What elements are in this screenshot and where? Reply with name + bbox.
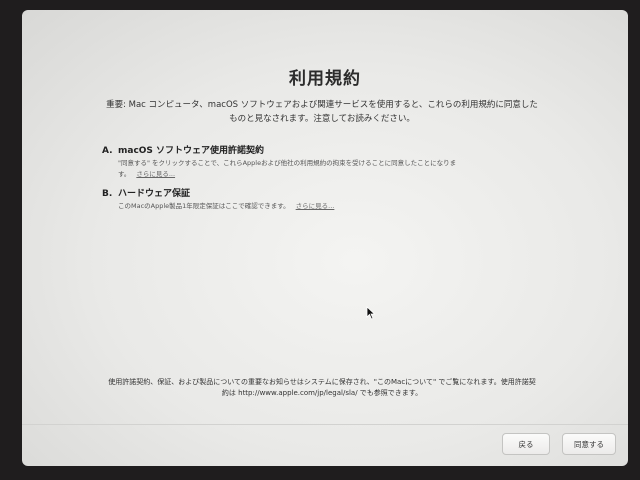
section-body-line-1: このMacのApple製品1年限定保証はここで確認できます。 <box>118 202 290 210</box>
page-title: 利用規約 <box>289 69 361 89</box>
mouse-pointer-icon <box>366 306 376 320</box>
see-more-link[interactable]: さらに見る... <box>136 170 175 178</box>
section-title: ハードウェア保証 <box>118 189 191 199</box>
section-body-line-2: す。 <box>118 170 131 178</box>
section-body-line-1: "同意する" をクリックすることで、これらAppleおよび他社の利用規約の拘束を… <box>118 159 457 167</box>
setup-assistant-window: 利用規約 重要: Mac コンピュータ、macOS ソフトウェアおよび関連サービ… <box>22 10 628 466</box>
section-body: このMacのApple製品1年限定保証はここで確認できます。 さらに見る... <box>118 201 582 212</box>
section-letter: A. <box>102 146 113 156</box>
intro-text: 重要: Mac コンピュータ、macOS ソフトウェアおよび関連サービスを使用す… <box>82 98 562 126</box>
section-macos-license: A. macOS ソフトウェア使用許諾契約 "同意する" をクリックすることで、こ… <box>102 143 582 180</box>
section-title: macOS ソフトウェア使用許諾契約 <box>118 146 265 156</box>
footer-line-2: 約は http://www.apple.com/jp/legal/sla/ でも… <box>221 389 423 397</box>
agree-button[interactable]: 同意する <box>562 433 616 455</box>
see-more-link[interactable]: さらに見る... <box>296 202 335 210</box>
back-button[interactable]: 戻る <box>502 433 550 455</box>
intro-line-1: 重要: Mac コンピュータ、macOS ソフトウェアおよび関連サービスを使用す… <box>106 100 538 110</box>
footer-line-1: 使用許諾契約、保証、および製品についての重要なお知らせはシステムに保存され、"こ… <box>108 378 536 386</box>
section-hardware-warranty: B. ハードウェア保証 このMacのApple製品1年限定保証はここで確認できます… <box>102 186 582 212</box>
section-heading: A. macOS ソフトウェア使用許諾契約 <box>102 143 582 156</box>
footer-divider <box>22 424 628 425</box>
section-letter: B. <box>102 189 113 199</box>
section-heading: B. ハードウェア保証 <box>102 186 582 199</box>
intro-line-2: ものと見なされます。注意してお読みください。 <box>229 114 415 124</box>
section-body: "同意する" をクリックすることで、これらAppleおよび他社の利用規約の拘束を… <box>118 158 582 180</box>
footer-notice: 使用許諾契約、保証、および製品についての重要なお知らせはシステムに保存され、"こ… <box>82 377 562 399</box>
